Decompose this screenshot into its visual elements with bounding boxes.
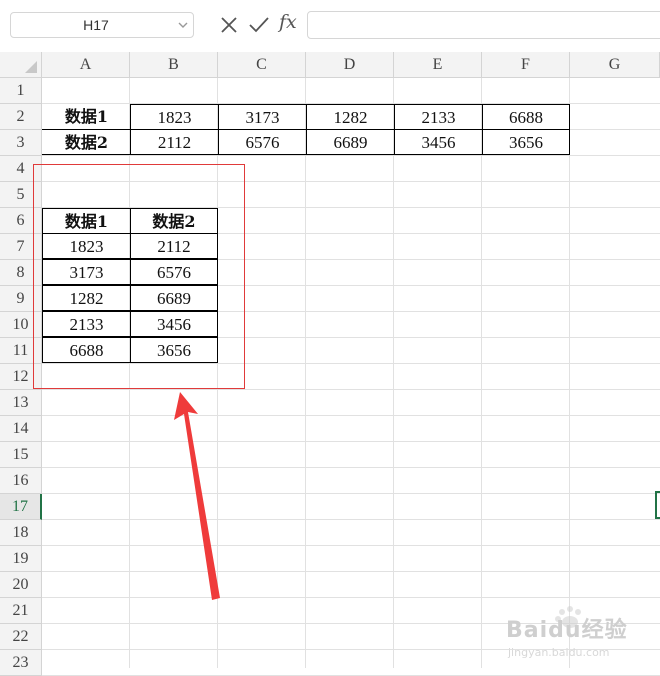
row-header-18[interactable]: 18 (0, 520, 42, 546)
column-header-g[interactable]: G (570, 52, 660, 78)
row-header-13[interactable]: 13 (0, 390, 42, 416)
row-header-21[interactable]: 21 (0, 598, 42, 624)
column-header-d[interactable]: D (306, 52, 394, 78)
cell-b2[interactable]: 1823 (130, 104, 219, 130)
cell-d3[interactable]: 6689 (306, 129, 395, 155)
gridline-horizontal (42, 441, 660, 442)
row-header-3[interactable]: 3 (0, 130, 42, 156)
gridline-horizontal (42, 545, 660, 546)
formula-input[interactable] (307, 11, 660, 39)
gridline-vertical (569, 78, 570, 668)
gridline-horizontal (42, 389, 660, 390)
cell-e2[interactable]: 2133 (394, 104, 483, 130)
cell-b3[interactable]: 2112 (130, 129, 219, 155)
gridline-horizontal (42, 467, 660, 468)
gridline-horizontal (42, 519, 660, 520)
gridline-vertical (393, 78, 394, 668)
watermark-subtext: jingyan.baidu.com (508, 646, 610, 659)
insert-function-button[interactable]: fx (279, 11, 297, 33)
cell-f3[interactable]: 3656 (482, 129, 570, 155)
row-header-2[interactable]: 2 (0, 104, 42, 130)
column-header-b[interactable]: B (130, 52, 218, 78)
row-header-16[interactable]: 16 (0, 468, 42, 494)
cell-e3[interactable]: 3456 (394, 129, 483, 155)
gridline-horizontal (42, 571, 660, 572)
select-all-corner[interactable] (0, 52, 42, 78)
row-header-22[interactable]: 22 (0, 624, 42, 650)
gridline-horizontal (42, 493, 660, 494)
active-cell-indicator (655, 491, 660, 519)
gridline-vertical (305, 78, 306, 668)
cancel-icon[interactable] (217, 12, 241, 38)
column-header-f[interactable]: F (482, 52, 570, 78)
name-box[interactable]: H17 (10, 12, 194, 38)
cell-f2[interactable]: 6688 (482, 104, 570, 130)
confirm-check-icon[interactable] (247, 12, 271, 38)
cell-d2[interactable]: 1282 (306, 104, 395, 130)
gridline-horizontal (42, 415, 660, 416)
gridline-vertical (481, 78, 482, 668)
row-header-17[interactable]: 17 (0, 494, 42, 520)
row-header-1[interactable]: 1 (0, 78, 42, 104)
column-header-a[interactable]: A (42, 52, 130, 78)
row-header-19[interactable]: 19 (0, 546, 42, 572)
row-header-15[interactable]: 15 (0, 442, 42, 468)
gridline-horizontal (42, 597, 660, 598)
cell-a3[interactable]: 数据2 (42, 129, 131, 155)
name-box-value: H17 (83, 17, 109, 33)
chevron-down-icon[interactable] (177, 18, 189, 32)
formula-bar: H17 fx (0, 0, 660, 52)
row-header-23[interactable]: 23 (0, 650, 42, 676)
cell-c3[interactable]: 6576 (218, 129, 307, 155)
cell-a2[interactable]: 数据1 (42, 104, 131, 130)
cell-c2[interactable]: 3173 (218, 104, 307, 130)
watermark-text: Baidu经验 (506, 618, 628, 643)
column-header-c[interactable]: C (218, 52, 306, 78)
highlight-box (33, 164, 245, 389)
column-header-e[interactable]: E (394, 52, 482, 78)
row-header-14[interactable]: 14 (0, 416, 42, 442)
row-header-20[interactable]: 20 (0, 572, 42, 598)
